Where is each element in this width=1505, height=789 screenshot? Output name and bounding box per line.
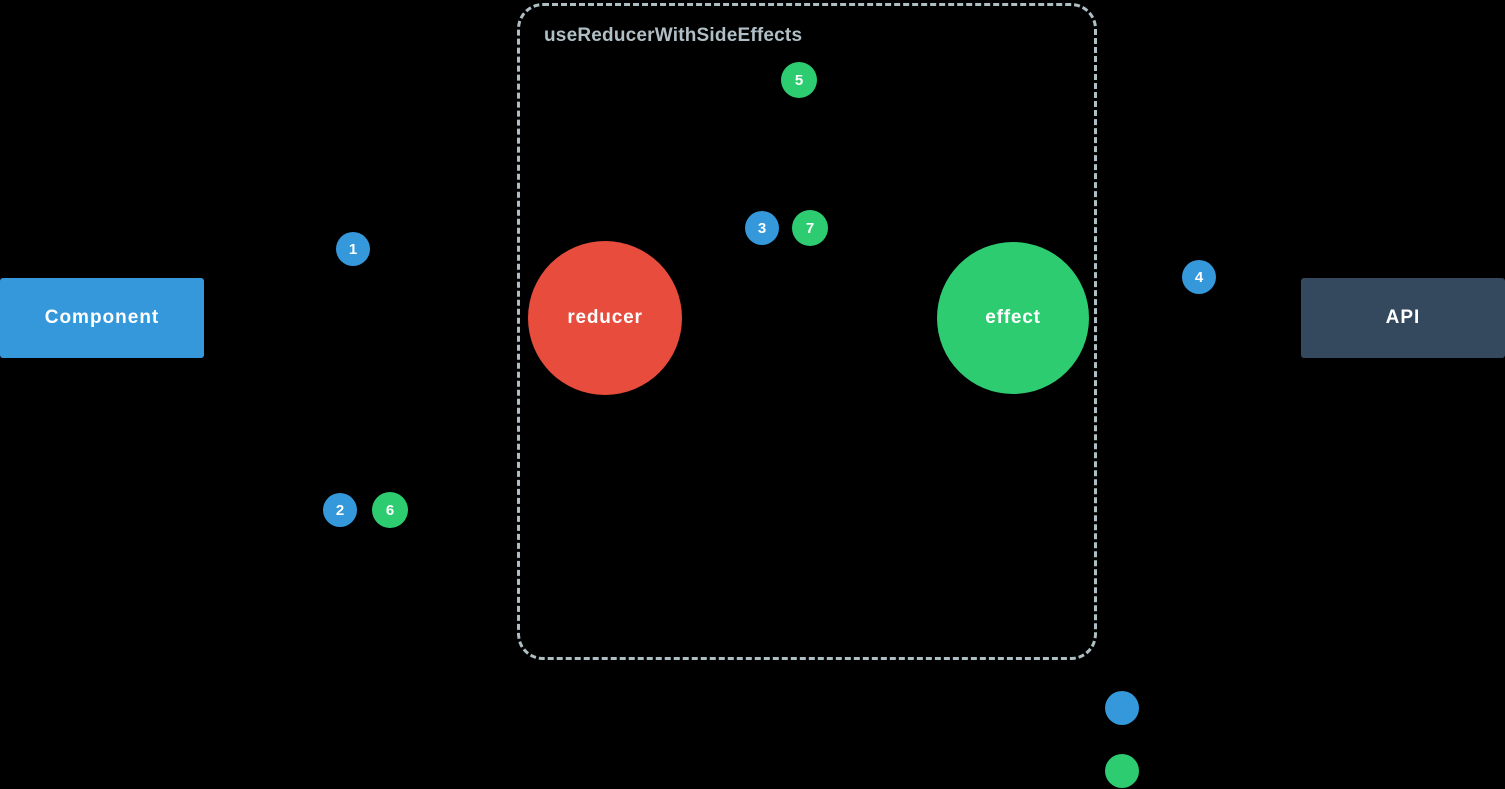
step-badge-7[interactable]: 7: [792, 210, 828, 246]
step-badge-label: 3: [757, 219, 767, 237]
hook-title: useReducerWithSideEffects: [544, 25, 803, 46]
step-badge-label: 6: [385, 501, 395, 519]
legend-dot-green: [1105, 754, 1139, 788]
component-node[interactable]: Component: [0, 278, 204, 358]
step-badge-label: 1: [348, 240, 358, 258]
api-node-label: API: [1385, 307, 1421, 328]
step-badge-4[interactable]: 4: [1182, 260, 1216, 294]
step-badge-5[interactable]: 5: [781, 62, 817, 98]
diagram-canvas: useReducerWithSideEffects Component API …: [0, 0, 1505, 789]
step-badge-2[interactable]: 2: [323, 493, 357, 527]
step-badge-1[interactable]: 1: [336, 232, 370, 266]
reducer-node[interactable]: reducer: [528, 241, 682, 395]
component-node-label: Component: [44, 307, 160, 328]
reducer-node-label: reducer: [567, 307, 643, 328]
step-badge-label: 2: [335, 501, 345, 519]
step-badge-label: 7: [805, 219, 815, 237]
legend-dot-blue: [1105, 691, 1139, 725]
step-badge-3[interactable]: 3: [745, 211, 779, 245]
api-node[interactable]: API: [1301, 278, 1505, 358]
effect-node[interactable]: effect: [937, 242, 1089, 394]
step-badge-label: 5: [794, 71, 804, 89]
step-badge-label: 4: [1194, 268, 1204, 286]
effect-node-label: effect: [985, 307, 1041, 328]
step-badge-6[interactable]: 6: [372, 492, 408, 528]
